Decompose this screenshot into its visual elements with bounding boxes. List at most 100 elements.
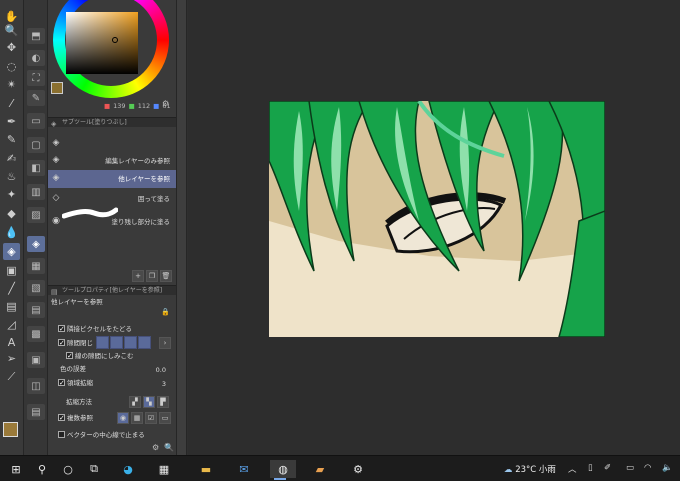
chevron-up-icon[interactable]: ︿ [568,463,577,475]
close-gap-checkbox[interactable] [58,337,65,349]
search-icon[interactable]: ⚲ [32,460,52,478]
frame-icon[interactable]: ▤ [3,298,20,315]
expand-method-option[interactable]: ▞ [129,396,141,408]
foreground-color-swatch[interactable] [3,422,18,437]
pencil-icon[interactable]: ✎ [3,131,20,148]
chevron-right-icon[interactable]: › [159,337,171,349]
figure-icon[interactable]: ╱ [3,280,20,297]
zoom-icon[interactable]: 🔍 [3,22,20,39]
clip-studio-paint-icon[interactable]: ◍ [270,460,296,480]
windows-start-icon[interactable]: ⊞ [6,460,26,478]
balloon-icon[interactable]: ➢ [3,350,20,367]
vector-center-row[interactable]: ベクターの中心線で止まる [48,429,176,441]
fill-icon[interactable]: ◈ [3,243,20,260]
airbrush-icon[interactable]: ♨ [3,168,20,185]
gap-size-option[interactable] [110,336,123,349]
mail-icon[interactable]: ✉ [234,460,254,478]
subtool-tab-icon[interactable]: ▧ [27,280,45,296]
decoration-icon[interactable]: ✦ [3,186,20,203]
subtool-tab-icon[interactable]: ◧ [27,160,45,176]
subtool-tab-icon[interactable]: ▤ [27,302,45,318]
windows-taskbar: ⊞ ⚲ ○ ⧉ ◕ ▦ ▬ ✉ ◍ ▰ ⚙ ☁ 23°C 小雨 ︿ ▯ ✐ ▭ … [0,455,680,481]
subtool-tab-icon[interactable]: ▩ [27,326,45,342]
device-icon[interactable]: ▯ [588,463,593,473]
refer-all-layers-icon[interactable]: ◉ [117,412,129,424]
clip-studio-icon[interactable]: ▰ [310,460,330,478]
delete-subtool-button[interactable]: 🗑 [160,270,172,282]
blend-icon[interactable]: 💧 [3,224,20,241]
weather-widget[interactable]: ☁ 23°C 小雨 [504,463,556,475]
color-square[interactable] [66,12,138,74]
settings-icon[interactable]: ⚙ [162,99,169,108]
expand-method-option[interactable]: ▚ [143,396,155,408]
file-explorer-icon[interactable]: ▬ [196,460,216,478]
refer-layer-icon[interactable]: ▦ [131,412,143,424]
pen-workspace-icon[interactable]: ✐ [604,463,611,473]
canvas-artwork[interactable] [269,101,605,337]
gradient-icon[interactable]: ▣ [3,262,20,279]
copy-subtool-button[interactable]: ❐ [146,270,158,282]
subtool-tab-icon[interactable]: ▨ [27,207,45,223]
subtool-item-label: 塗り残し部分に塗る [111,218,171,226]
expand-row[interactable]: 領域拡縮 [48,377,176,389]
current-color-swatch[interactable] [51,82,63,94]
subtool-tab-icon[interactable]: ⬒ [27,28,45,44]
add-subtool-button[interactable]: + [132,270,144,282]
eyedropper-icon[interactable]: ⁄ [3,95,20,112]
expand-label: 領域拡縮 [67,379,93,387]
vector-center-checkbox[interactable] [58,431,65,438]
wifi-icon[interactable]: ◠ [644,463,651,473]
color-margin-value[interactable]: 0.0 [156,366,166,374]
rgb-readout: ■ 139 ■ 112 ■ 61 [104,102,171,110]
subtool-tab-icon[interactable]: ▦ [27,258,45,274]
subtool-tab-icon[interactable]: ◐ [27,50,45,66]
multiple-refer-checkbox[interactable] [58,412,65,424]
subtool-group-column: ⬒ ◐ ⛶ ✎ ▭ ▢ ◧ ▥ ▨ ◈ ▦ ▧ ▤ ▩ ▣ ◫ ▤ [24,0,48,455]
subtool-tab-icon[interactable]: ▢ [27,137,45,153]
lock-icon[interactable]: 🔒 [161,308,170,316]
ruler-icon[interactable]: ◿ [3,316,20,333]
volume-icon[interactable]: 🔈 [662,463,673,473]
color-picker-handle[interactable] [112,37,118,43]
battery-icon[interactable]: ▭ [626,463,634,473]
adjacent-pixels-checkbox[interactable] [58,323,65,335]
refer-folder-icon[interactable]: ▭ [159,412,171,424]
eraser-icon[interactable]: ◆ [3,205,20,222]
settings-icon[interactable]: ⚙ [348,460,368,478]
store-icon[interactable]: ▦ [154,460,174,478]
subtool-item[interactable]: ◈ 編集レイヤーのみ参照 [48,152,176,170]
subtool-tab-icon[interactable]: ✎ [27,90,45,106]
subtool-tab-icon[interactable]: ▭ [27,113,45,129]
cortana-icon[interactable]: ○ [58,460,78,478]
subtool-item[interactable]: ◈ [48,135,176,153]
gap-size-option[interactable] [124,336,137,349]
adjacent-pixels-row[interactable]: 隣接ピクセルをたどる [48,323,176,335]
settings-icon[interactable]: ⚙ [152,443,159,452]
brush-icon[interactable]: ✍ [3,150,20,167]
expand-method-option[interactable]: ▛ [157,396,169,408]
expand-checkbox[interactable] [58,377,65,389]
subtool-item-selected[interactable]: ◈ 他レイヤーを参照 [48,170,176,188]
weather-temperature: 23°C [515,465,537,475]
pen-icon[interactable]: ✒ [3,113,20,130]
subtool-tab-icon[interactable]: ▤ [27,404,45,420]
task-view-icon[interactable]: ⧉ [84,460,104,478]
expand-value[interactable]: 3 [162,380,166,388]
lasso-icon[interactable]: ◌ [3,58,20,75]
text-icon[interactable]: A [3,334,20,351]
gap-size-option[interactable] [96,336,109,349]
subtool-tab-icon[interactable]: ⛶ [27,70,45,86]
fill-lines-checkbox[interactable] [66,350,73,362]
gap-size-option[interactable] [138,336,151,349]
refer-selected-icon[interactable]: ☑ [145,412,157,424]
fill-lines-row[interactable]: 線の隙間にしみこむ [48,350,176,362]
subtool-tab-icon[interactable]: ▣ [27,352,45,368]
subtool-tab-icon[interactable]: ◫ [27,378,45,394]
subtool-tab-icon[interactable]: ▥ [27,184,45,200]
zoom-icon[interactable]: 🔍 [164,443,174,452]
magic-wand-icon[interactable]: ✴ [3,76,20,93]
subtool-tab-fill-icon[interactable]: ◈ [27,236,45,252]
edge-browser-icon[interactable]: ◕ [118,460,138,478]
move-icon[interactable]: ✥ [3,39,20,56]
correct-line-icon[interactable]: ⟋ [3,368,20,385]
